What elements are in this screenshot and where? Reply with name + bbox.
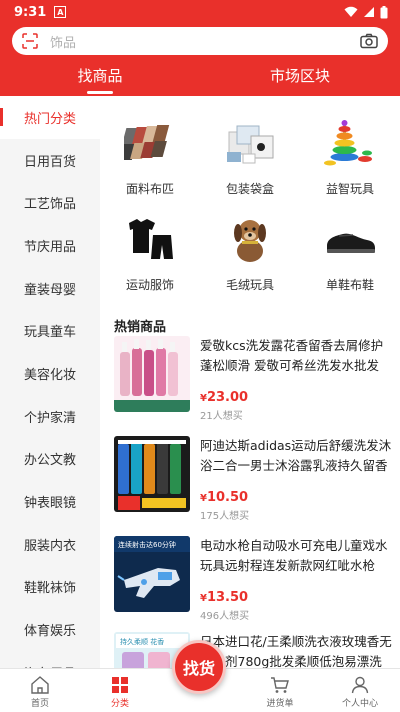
category-sportswear[interactable]: 运动服饰 [100,214,200,306]
product-card[interactable]: 阿迪达斯adidas运动后舒缓洗发沐浴二合一男士沐浴露乳液持久留香 ¥10.50… [114,436,394,522]
sidebar-item-clothing[interactable]: 服装内衣 [0,523,100,566]
signal-icon [364,7,374,17]
package-icon [222,118,278,170]
sidebar-item-kids[interactable]: 童装母婴 [0,267,100,310]
product-name: 电动水枪自动吸水可充电儿童戏水玩具远射程连发新款网红呲水枪 [200,538,388,573]
category-content: 面料布匹 包装袋盒 益智玩具 运动服饰 毛绒玩具 单鞋布鞋 热销商品 爱敬kcs… [100,96,400,670]
sidebar-item-watches[interactable]: 钟表眼镜 [0,480,100,523]
nav-profile[interactable]: 个人中心 [320,669,400,712]
category-label: 面料布匹 [125,182,174,196]
fabric-icon [122,118,178,170]
category-sidebar: 热门分类 日用百货 工艺饰品 节庆用品 童装母婴 玩具童车 美容化妆 个护家清 … [0,96,100,670]
category-grid: 面料布匹 包装袋盒 益智玩具 运动服饰 毛绒玩具 单鞋布鞋 [100,96,400,306]
product-sales: 496人想买 [200,611,250,622]
product-card[interactable]: 持久柔顺 花香 日本进口花/王柔顺洗衣液玫瑰香无荧光剂780g批发柔顺低泡易漂洗 [114,632,394,670]
product-thumbnail [114,436,190,512]
search-input[interactable]: 饰品 [50,32,360,51]
sidebar-item-crafts[interactable]: 工艺饰品 [0,181,100,224]
product-price: ¥10.50 [200,490,249,505]
category-plush-toys[interactable]: 毛绒玩具 [200,214,300,306]
product-name: 阿迪达斯adidas运动后舒缓洗发沐浴二合一男士沐浴露乳液持久留香 [200,438,392,473]
product-card[interactable]: 爱敬kcs洗发露花香留香去屑修护蓬松顺滑 爱敬可希丝洗发水批发 ¥23.00 2… [114,336,394,422]
category-shoes[interactable]: 单鞋布鞋 [300,214,400,306]
product-name: 日本进口花/王柔顺洗衣液玫瑰香无荧光剂780g批发柔顺低泡易漂洗 [200,634,392,669]
nav-home[interactable]: 首页 [0,669,80,712]
tab-market-block[interactable]: 市场区块 [200,60,400,96]
scan-icon[interactable] [22,33,38,49]
product-thumbnail [114,336,190,412]
tab-find-goods[interactable]: 找商品 [0,60,200,96]
profile-icon [351,676,369,694]
camera-icon[interactable] [360,33,378,49]
top-header: 9:31 A 饰品 找商品 市场区块 [0,0,400,96]
sidebar-item-office[interactable]: 办公文教 [0,438,100,481]
nav-cart[interactable]: 进货单 [240,669,320,712]
stacking-toy-icon [322,118,378,170]
wifi-icon [344,6,358,17]
sidebar-item-shoes[interactable]: 鞋靴袜饰 [0,566,100,609]
category-label: 单鞋布鞋 [325,278,374,292]
app-notification-icon: A [54,6,67,18]
category-packaging[interactable]: 包装袋盒 [200,118,300,210]
status-bar: 9:31 A [0,0,400,24]
cart-icon [271,677,289,693]
category-label: 毛绒玩具 [225,278,274,292]
category-label: 运动服饰 [125,278,174,292]
find-goods-fab[interactable]: 找货 [172,640,226,694]
category-fabric[interactable]: 面料布匹 [100,118,200,210]
product-sales: 21人想买 [200,411,243,422]
status-time: 9:31 [14,4,47,20]
thumb-badge-text: 持久柔顺 花香 [120,637,164,646]
sidebar-item-festival[interactable]: 节庆用品 [0,224,100,267]
category-label: 包装袋盒 [225,182,274,196]
category-educational-toys[interactable]: 益智玩具 [300,118,400,210]
sidebar-item-beauty[interactable]: 美容化妆 [0,352,100,395]
search-bar[interactable]: 饰品 [12,27,388,55]
sidebar-item-toys[interactable]: 玩具童车 [0,309,100,352]
thumb-badge-text: 连续射击达60分钟 [118,540,176,549]
product-price: ¥23.00 [200,390,249,405]
sidebar-item-hot[interactable]: 热门分类 [0,96,100,139]
top-tabs: 找商品 市场区块 [0,60,400,96]
nav-category[interactable]: 分类 [80,669,160,712]
sportswear-icon [122,214,178,266]
plush-dog-icon [222,214,278,266]
product-thumbnail: 连续射击达60分钟 [114,536,190,612]
shoe-icon [322,214,378,266]
category-icon [112,677,128,693]
product-sales: 175人想买 [200,511,250,522]
product-card[interactable]: 连续射击达60分钟 电动水枪自动吸水可充电儿童戏水玩具远射程连发新款网红呲水枪 … [114,536,394,622]
sidebar-item-daily[interactable]: 日用百货 [0,139,100,182]
home-icon [31,676,49,694]
category-label: 益智玩具 [325,182,374,196]
product-price: ¥13.50 [200,590,249,605]
sidebar-item-sports[interactable]: 体育娱乐 [0,608,100,651]
sidebar-item-personal-care[interactable]: 个护家清 [0,395,100,438]
product-name: 爱敬kcs洗发露花香留香去屑修护蓬松顺滑 爱敬可希丝洗发水批发 [200,338,384,373]
hot-products-title: 热销商品 [114,320,167,335]
battery-icon [380,5,388,18]
